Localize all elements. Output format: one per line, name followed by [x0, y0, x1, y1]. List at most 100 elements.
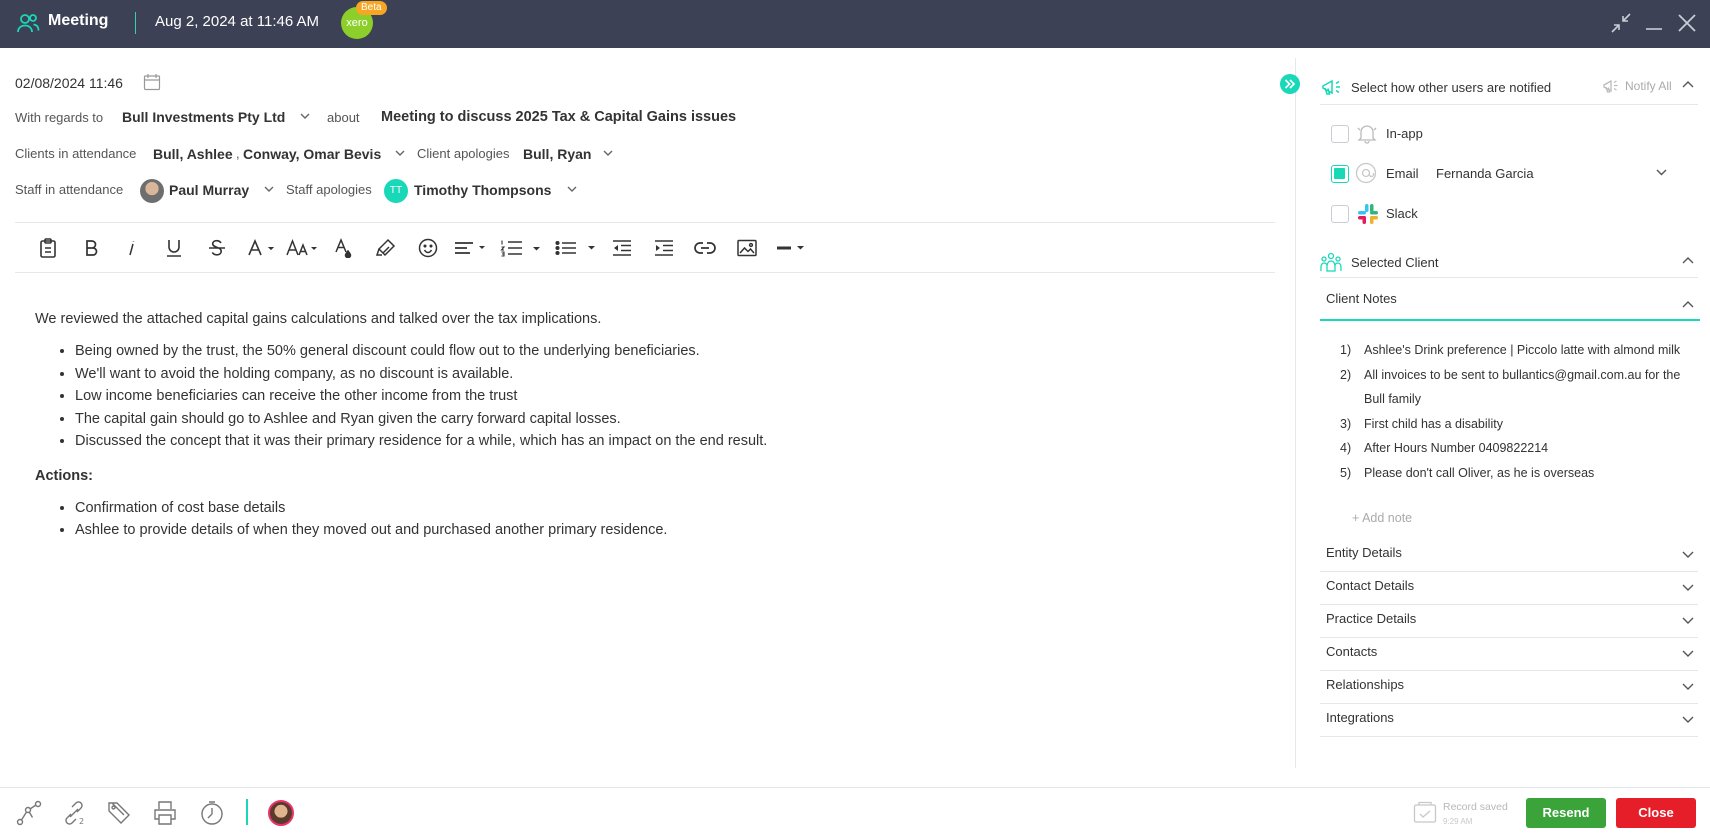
- about-label: about: [327, 110, 360, 125]
- email-user-select[interactable]: Fernanda Garcia: [1436, 166, 1534, 181]
- section-contact-details[interactable]: Contact Details: [1320, 572, 1698, 605]
- at-sign-icon: [1355, 162, 1377, 184]
- list-item: 1) Ashlee's Drink preference | Piccolo la…: [1340, 343, 1681, 357]
- chevron-down-icon: [1682, 716, 1694, 724]
- font-color-menu-icon[interactable]: [246, 236, 278, 260]
- chevron-down-icon[interactable]: [300, 113, 310, 120]
- divider: [15, 272, 1275, 273]
- notes-editor[interactable]: We reviewed the attached capital gains c…: [35, 308, 1265, 554]
- megaphone-icon: [1602, 77, 1620, 94]
- users-icon: [16, 12, 40, 34]
- discussion-list: Being owned by the trust, the 50% genera…: [75, 340, 1265, 453]
- align-menu-icon[interactable]: [454, 236, 488, 260]
- link-icon[interactable]: 2: [61, 800, 87, 826]
- selected-client-title: Selected Client: [1351, 255, 1439, 270]
- slack-checkbox[interactable]: [1331, 205, 1349, 223]
- avatar[interactable]: [268, 800, 294, 826]
- notify-title: Select how other users are notified: [1351, 80, 1552, 95]
- bold-icon[interactable]: [79, 236, 103, 260]
- paste-icon[interactable]: [36, 236, 60, 260]
- ordered-list-menu-icon[interactable]: [500, 236, 542, 260]
- client-notes-title[interactable]: Client Notes: [1326, 291, 1397, 306]
- minimize-panel-icon[interactable]: [1610, 12, 1632, 34]
- image-icon[interactable]: [735, 236, 759, 260]
- clients-label: Clients in attendance: [15, 146, 137, 161]
- chevron-down-icon: [1682, 617, 1694, 625]
- section-integrations[interactable]: Integrations: [1320, 704, 1698, 737]
- section-entity-details[interactable]: Entity Details: [1320, 539, 1698, 572]
- saved-record-icon: [1413, 801, 1437, 825]
- list-item: Being owned by the trust, the 50% genera…: [75, 340, 1265, 363]
- client-apologies-value[interactable]: Bull, Ryan: [523, 146, 591, 162]
- svg-text:2: 2: [79, 817, 84, 826]
- client-notes-list: 1) Ashlee's Drink preference | Piccolo la…: [1340, 338, 1690, 485]
- record-saved-status: Record saved: [1443, 801, 1508, 813]
- underline-icon[interactable]: [162, 236, 186, 260]
- inapp-checkbox[interactable]: [1331, 125, 1349, 143]
- chevron-down-icon[interactable]: [395, 150, 405, 157]
- emoji-icon[interactable]: [416, 236, 440, 260]
- close-window-icon[interactable]: [1676, 12, 1698, 34]
- chevron-down-icon[interactable]: [567, 186, 577, 193]
- meeting-date-field[interactable]: 02/08/2024 11:46: [15, 75, 123, 91]
- inapp-label: In-app: [1386, 126, 1423, 141]
- link-icon[interactable]: [693, 236, 717, 260]
- outdent-icon[interactable]: [610, 236, 634, 260]
- about-value[interactable]: Meeting to discuss 2025 Tax & Capital Ga…: [381, 109, 736, 125]
- avatar: [140, 179, 164, 203]
- chevron-down-icon: [1682, 584, 1694, 592]
- clients-separator: ,: [236, 146, 240, 161]
- section-practice-details[interactable]: Practice Details: [1320, 605, 1698, 638]
- calendar-icon[interactable]: [143, 73, 161, 91]
- tags-icon[interactable]: [106, 800, 132, 826]
- highlighter-icon[interactable]: [374, 236, 398, 260]
- actions-list: Confirmation of cost base details Ashlee…: [75, 497, 1265, 542]
- chevron-up-icon[interactable]: [1682, 300, 1694, 308]
- regards-label: With regards to: [15, 110, 104, 125]
- client-chip-conway-omar[interactable]: Conway, Omar Bevis: [243, 146, 381, 162]
- client-group-icon: [1320, 252, 1342, 272]
- list-item: We'll want to avoid the holding company,…: [75, 363, 1265, 386]
- megaphone-icon: [1320, 77, 1342, 97]
- email-checkbox[interactable]: [1331, 165, 1349, 183]
- resend-button[interactable]: Resend: [1526, 798, 1606, 828]
- editor-intro: We reviewed the attached capital gains c…: [35, 311, 602, 327]
- text-color-icon[interactable]: [332, 236, 356, 260]
- strikethrough-icon[interactable]: [205, 236, 229, 260]
- divider: [1320, 104, 1698, 105]
- client-chip-bull-ashlee[interactable]: Bull, Ashlee: [153, 146, 233, 162]
- indent-icon[interactable]: [652, 236, 676, 260]
- slack-label: Slack: [1386, 206, 1418, 221]
- staff-value[interactable]: Paul Murray: [169, 182, 249, 198]
- add-note-button[interactable]: + Add note: [1352, 511, 1412, 525]
- minimize-icon[interactable]: [1643, 12, 1665, 34]
- print-icon[interactable]: [152, 800, 178, 826]
- chevron-down-icon[interactable]: [603, 150, 613, 157]
- footer-divider: [246, 799, 248, 825]
- chevron-up-icon[interactable]: [1682, 256, 1694, 264]
- bullet-list-menu-icon[interactable]: [555, 236, 597, 260]
- regards-value[interactable]: Bull Investments Pty Ltd: [122, 109, 285, 125]
- workflow-icon[interactable]: [16, 800, 42, 826]
- client-apologies-label: Client apologies: [417, 146, 510, 161]
- font-size-menu-icon[interactable]: [286, 236, 320, 260]
- notify-all-button[interactable]: Notify All: [1625, 79, 1672, 93]
- chevron-down-icon[interactable]: [1656, 169, 1667, 176]
- horizontal-rule-menu-icon[interactable]: [776, 236, 808, 260]
- section-contacts[interactable]: Contacts: [1320, 638, 1698, 671]
- list-item: 2) All invoices to be sent to bullantics@…: [1340, 367, 1681, 407]
- list-item: Ashlee to provide details of when they m…: [75, 519, 1265, 542]
- record-saved-time: 9:29 AM: [1443, 817, 1473, 826]
- beta-badge: Beta: [356, 1, 387, 15]
- close-button[interactable]: Close: [1616, 798, 1696, 828]
- chevron-down-icon: [1682, 551, 1694, 559]
- panel-divider: [1295, 58, 1296, 768]
- section-relationships[interactable]: Relationships: [1320, 671, 1698, 704]
- divider: [15, 222, 1275, 223]
- chevron-up-icon[interactable]: [1682, 80, 1694, 88]
- italic-icon[interactable]: [120, 236, 144, 260]
- collapse-panel-icon[interactable]: [1279, 73, 1301, 95]
- staff-apologies-value[interactable]: Timothy Thompsons: [414, 182, 551, 198]
- timer-icon[interactable]: [199, 800, 225, 826]
- chevron-down-icon[interactable]: [264, 186, 274, 193]
